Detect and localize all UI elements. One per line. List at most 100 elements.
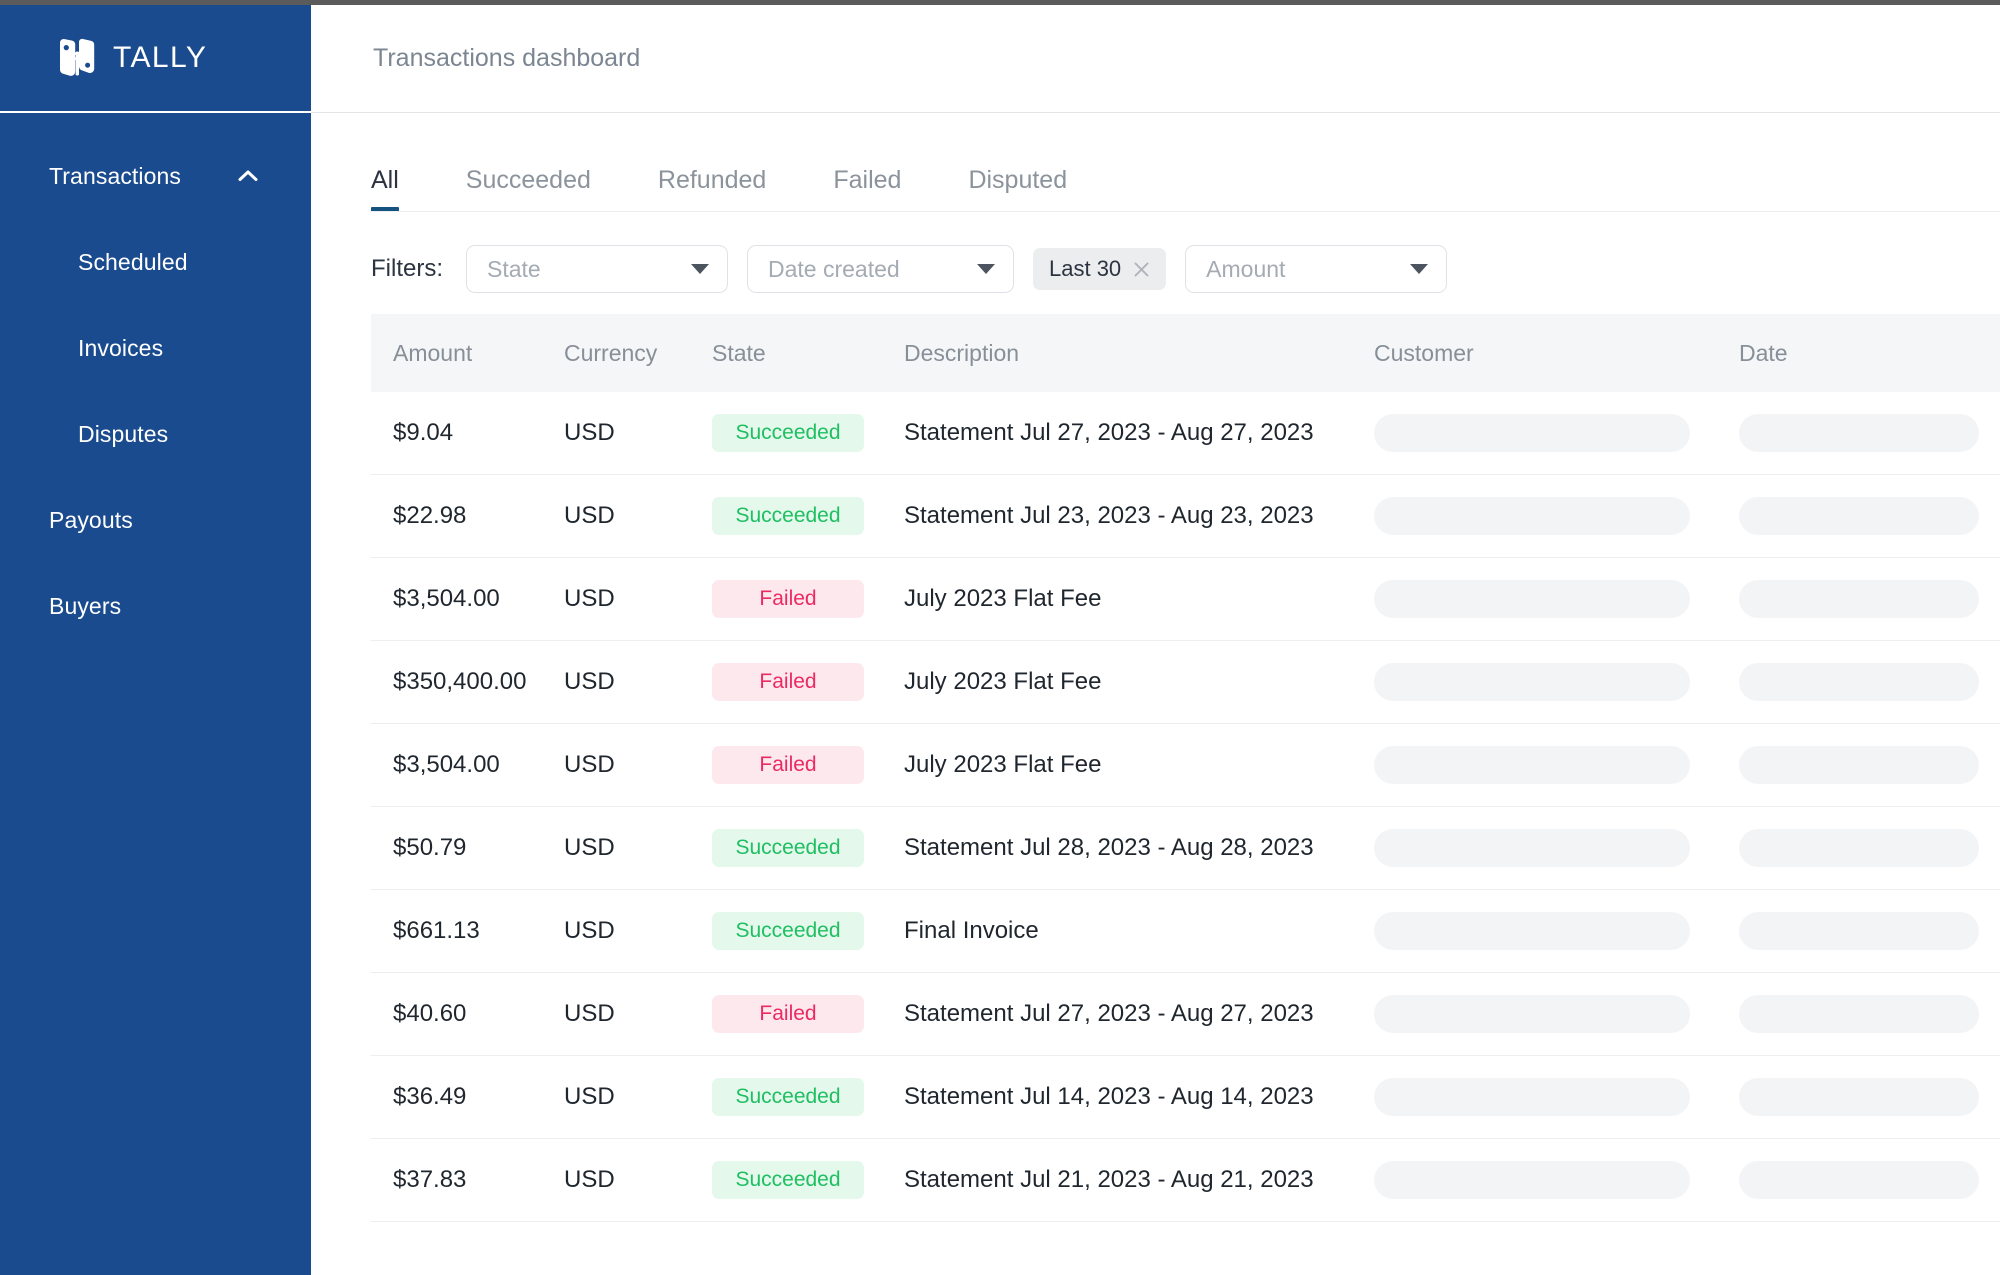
table-header-row: Amount Currency State Description Custom… [371,314,2000,392]
status-badge: Succeeded [712,1161,864,1199]
table-row[interactable]: $40.60 USD Failed Statement Jul 27, 2023 - … [371,973,2000,1056]
cell-amount: $40.60 [393,1000,467,1027]
cell-description: Statement Jul 14, 2023 - Aug 14, 2023 [904,1083,1314,1110]
cell-description: Statement Jul 28, 2023 - Aug 28, 2023 [904,834,1314,861]
tab-bar-divider [371,211,2000,212]
cell-state: Succeeded [712,829,904,867]
filter-date-created-select[interactable]: Date created [747,245,1014,293]
cell-amount: $3,504.00 [393,585,500,612]
sidebar-item-label: Invoices [78,334,164,361]
filter-chip-label: Last 30 [1049,256,1122,281]
cell-currency: USD [564,502,615,529]
tab-succeeded[interactable]: Succeeded [466,166,591,212]
sidebar-item-buyers[interactable]: Buyers [0,563,311,649]
cell-state: Failed [712,746,904,784]
sidebar-item-payouts[interactable]: Payouts [0,477,311,563]
skeleton-placeholder-date [1739,414,1979,452]
sidebar-nav: Transactions Scheduled Invoices Disputes… [0,113,311,649]
cell-description: Final Invoice [904,917,1039,944]
chevron-up-icon[interactable] [235,163,261,189]
status-badge: Succeeded [712,829,864,867]
filter-state-select[interactable]: State [466,245,728,293]
tab-failed[interactable]: Failed [833,166,901,212]
cell-amount: $350,400.00 [393,668,527,695]
cell-customer [1374,829,1739,867]
chevron-down-icon [691,264,709,274]
table-row[interactable]: $350,400.00 USD Failed July 2023 Flat Fee [371,641,2000,724]
tab-label: Refunded [657,166,767,194]
filter-bar: Filters: State Date created Last 30 Amou… [311,245,2000,293]
skeleton-placeholder-date [1739,580,1979,618]
brand-logo[interactable]: TALLY [58,38,207,78]
table-row[interactable]: $3,504.00 USD Failed July 2023 Flat Fee [371,724,2000,807]
page-title: Transactions dashboard [373,44,641,72]
tab-label: Disputed [968,166,1068,194]
cell-date [1739,580,2000,618]
cell-date [1739,995,2000,1033]
chevron-down-icon [977,264,995,274]
cell-amount: $36.49 [393,1083,467,1110]
status-badge: Failed [712,663,864,701]
cell-state: Failed [712,580,904,618]
cell-amount: $22.98 [393,502,467,529]
tab-refunded[interactable]: Refunded [658,166,766,212]
table-row[interactable]: $661.13 USD Succeeded Final Invoice [371,890,2000,973]
cell-date [1739,497,2000,535]
close-icon[interactable] [1133,261,1150,278]
cell-customer [1374,497,1739,535]
cell-customer [1374,1161,1739,1199]
sidebar-item-label: Buyers [49,592,122,619]
cell-customer [1374,995,1739,1033]
cell-state: Failed [712,995,904,1033]
status-badge: Succeeded [712,497,864,535]
skeleton-placeholder-customer [1374,497,1690,535]
table-row[interactable]: $9.04 USD Succeeded Statement Jul 27, 2023 … [371,392,2000,475]
cell-currency: USD [564,419,615,446]
filter-amount-placeholder: Amount [1206,255,1286,282]
cell-customer [1374,580,1739,618]
tab-disputed[interactable]: Disputed [968,166,1067,212]
page-header: Transactions dashboard [311,5,2000,113]
skeleton-placeholder-date [1739,663,1979,701]
tab-label: Failed [833,166,902,194]
table-row[interactable]: $37.83 USD Succeeded Statement Jul 21, 2023… [371,1139,2000,1222]
cell-currency: USD [564,1083,615,1110]
cell-description: Statement Jul 21, 2023 - Aug 21, 2023 [904,1166,1314,1193]
table-row[interactable]: $22.98 USD Succeeded Statement Jul 23, 2023… [371,475,2000,558]
cell-state: Failed [712,663,904,701]
skeleton-placeholder-customer [1374,1078,1690,1116]
table-row[interactable]: $36.49 USD Succeeded Statement Jul 14, 2023… [371,1056,2000,1139]
main-content: Transactions dashboard All Succeeded Ref… [311,5,2000,1275]
sidebar-item-invoices[interactable]: Invoices [0,305,311,391]
column-header-customer: Customer [1374,339,1474,366]
tab-label: Succeeded [465,166,591,194]
cell-description: July 2023 Flat Fee [904,585,1102,612]
cell-currency: USD [564,751,615,778]
skeleton-placeholder-customer [1374,663,1690,701]
sidebar-item-label: Payouts [49,506,133,533]
table-row[interactable]: $3,504.00 USD Failed July 2023 Flat Fee [371,558,2000,641]
sidebar-item-scheduled[interactable]: Scheduled [0,219,311,305]
status-badge: Succeeded [712,1078,864,1116]
transactions-table: Amount Currency State Description Custom… [371,314,2000,1222]
sidebar-item-transactions[interactable]: Transactions [0,133,311,219]
filter-chip-last-30[interactable]: Last 30 [1033,248,1167,290]
cell-date [1739,1161,2000,1199]
cell-state: Succeeded [712,497,904,535]
filter-amount-select[interactable]: Amount [1185,245,1448,293]
tab-all[interactable]: All [371,166,399,212]
sidebar-item-label: Scheduled [78,248,188,275]
cell-customer [1374,414,1739,452]
filters-label: Filters: [371,255,443,282]
status-badge: Failed [712,746,864,784]
table-row[interactable]: $50.79 USD Succeeded Statement Jul 28, 2023… [371,807,2000,890]
cell-state: Succeeded [712,414,904,452]
cell-date [1739,829,2000,867]
sidebar-item-disputes[interactable]: Disputes [0,391,311,477]
skeleton-placeholder-date [1739,497,1979,535]
cell-currency: USD [564,917,615,944]
status-badge: Succeeded [712,912,864,950]
status-badge: Failed [712,580,864,618]
cell-description: Statement Jul 23, 2023 - Aug 23, 2023 [904,502,1314,529]
cell-amount: $37.83 [393,1166,467,1193]
